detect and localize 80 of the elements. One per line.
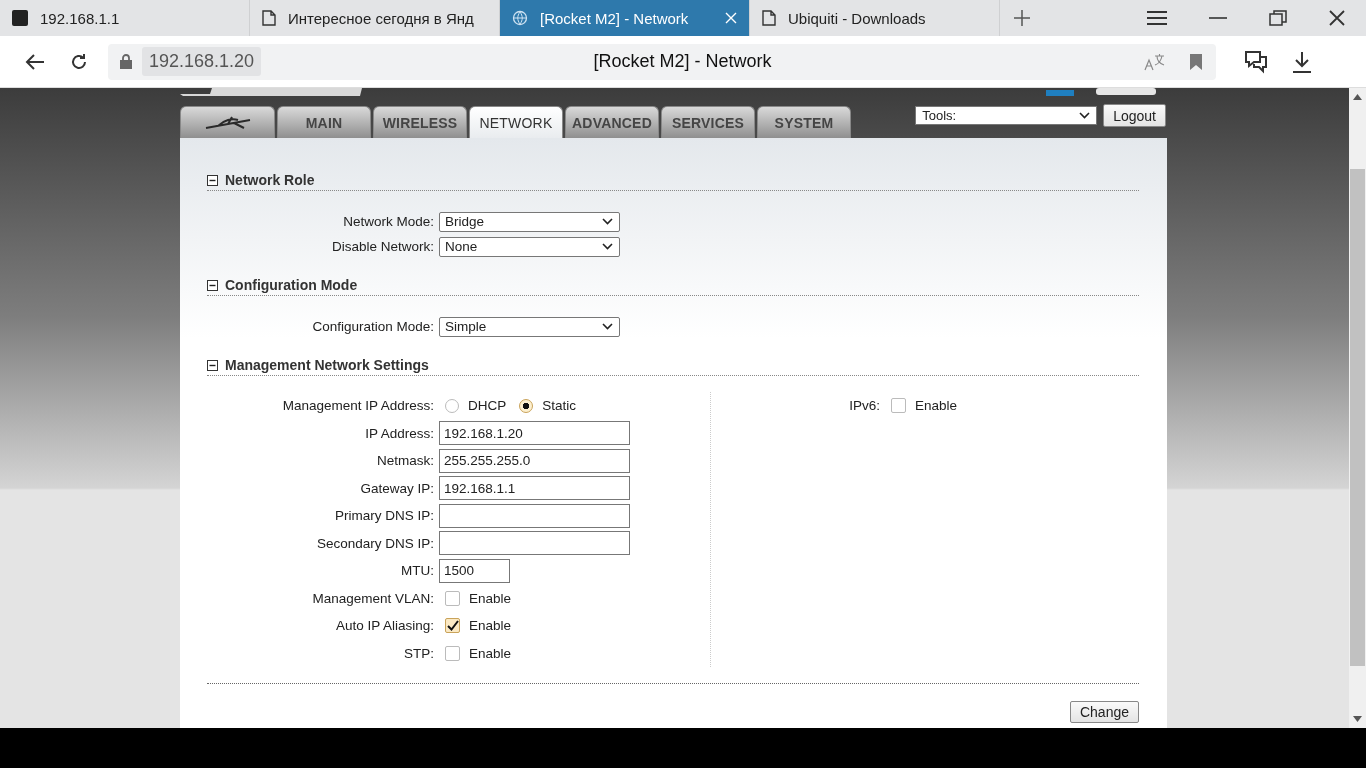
restore-icon[interactable]: [1269, 10, 1287, 26]
collapse-icon[interactable]: [207, 359, 218, 371]
page-title: [Rocket M2] - Network: [592, 51, 773, 72]
radio-button[interactable]: [445, 398, 459, 413]
nav-tab[interactable]: [180, 106, 275, 138]
checkbox[interactable]: [891, 398, 906, 414]
nav-tab[interactable]: NETWORK: [469, 106, 563, 138]
checkbox-label: Enable: [469, 590, 512, 606]
scroll-down-icon[interactable]: [1353, 716, 1362, 722]
text-field[interactable]: 192.168.1.20: [439, 421, 630, 446]
checkbox-label: Enable: [469, 645, 512, 661]
checkbox[interactable]: [445, 645, 460, 661]
document-icon: [762, 10, 776, 26]
field-label: Netmask:: [376, 453, 434, 469]
field-label: STP:: [403, 645, 434, 661]
new-tab-icon[interactable]: [1014, 10, 1030, 26]
chevron-down-icon: [602, 323, 613, 330]
close-icon[interactable]: [1329, 10, 1345, 26]
field-label: Secondary DNS IP:: [315, 535, 434, 551]
field-label: Auto IP Aliasing:: [334, 618, 434, 634]
logout-button[interactable]: Logout: [1103, 104, 1166, 127]
back-icon[interactable]: [25, 52, 45, 71]
field-label: Primary DNS IP:: [334, 508, 434, 524]
chat-icon[interactable]: [1243, 48, 1269, 75]
tools-dropdown[interactable]: Tools:: [915, 106, 1098, 125]
bookmark-icon[interactable]: [1190, 53, 1202, 70]
scrollbar[interactable]: [1349, 88, 1366, 728]
nav-tab[interactable]: ADVANCED: [565, 106, 659, 138]
field-label: Disable Network:: [330, 239, 434, 254]
collapse-icon[interactable]: [207, 174, 218, 186]
radio-label: Static: [542, 398, 577, 414]
text-field[interactable]: [439, 531, 630, 556]
text-field[interactable]: 255.255.255.0: [439, 448, 630, 473]
antenna-logo-icon: [203, 115, 252, 130]
scroll-up-icon[interactable]: [1353, 94, 1362, 100]
chevron-down-icon: [1079, 112, 1091, 119]
url-text: 192.168.1.20: [142, 47, 262, 76]
download-icon[interactable]: [1292, 50, 1312, 73]
menu-icon[interactable]: [1147, 10, 1167, 26]
site-favicon: [12, 10, 28, 26]
checkbox[interactable]: [445, 618, 460, 634]
globe-icon: [512, 10, 528, 26]
field-label: Gateway IP:: [359, 480, 434, 496]
field-label: Configuration Mode:: [311, 319, 434, 334]
field-label: Network Mode:: [342, 214, 434, 229]
field-label: Management IP Address:: [281, 398, 434, 414]
field-label: Management VLAN:: [311, 590, 434, 606]
text-field[interactable]: 1500: [439, 558, 510, 583]
chevron-down-icon: [602, 243, 613, 250]
checkbox[interactable]: [445, 590, 460, 606]
field-label: IPv6:: [848, 398, 880, 414]
address-bar[interactable]: 192.168.1.20 [Rocket M2] - Network: [108, 43, 1216, 80]
section-title: Management Network Settings: [225, 357, 429, 373]
select-field[interactable]: Simple: [439, 316, 620, 337]
change-button[interactable]: Change: [1069, 701, 1139, 723]
select-field[interactable]: None: [439, 236, 620, 257]
radio-label: DHCP: [468, 398, 507, 414]
radio-button[interactable]: [519, 398, 534, 413]
checkbox-label: Enable: [915, 398, 958, 414]
field-label: IP Address:: [364, 425, 434, 441]
lock-icon: [120, 54, 132, 69]
field-label: MTU:: [400, 563, 434, 579]
chevron-down-icon: [602, 218, 613, 225]
section-title: Configuration Mode: [225, 277, 358, 293]
text-field[interactable]: [439, 503, 630, 528]
browser-tab[interactable]: [Rocket M2] - Network: [500, 0, 750, 36]
reload-icon[interactable]: [70, 52, 88, 71]
select-field[interactable]: Bridge: [439, 211, 620, 232]
translate-icon[interactable]: [1144, 52, 1166, 71]
collapse-icon[interactable]: [207, 279, 218, 291]
nav-tab[interactable]: SYSTEM: [757, 106, 851, 138]
scroll-thumb[interactable]: [1350, 169, 1365, 666]
nav-tab[interactable]: SERVICES: [661, 106, 755, 138]
close-tab-icon[interactable]: [725, 12, 737, 24]
section-title: Network Role: [225, 172, 315, 188]
checkbox-label: Enable: [469, 618, 512, 634]
text-field[interactable]: 192.168.1.1: [439, 476, 630, 501]
document-icon: [262, 10, 276, 26]
nav-tab[interactable]: WIRELESS: [373, 106, 467, 138]
nav-tab[interactable]: MAIN: [277, 106, 371, 138]
